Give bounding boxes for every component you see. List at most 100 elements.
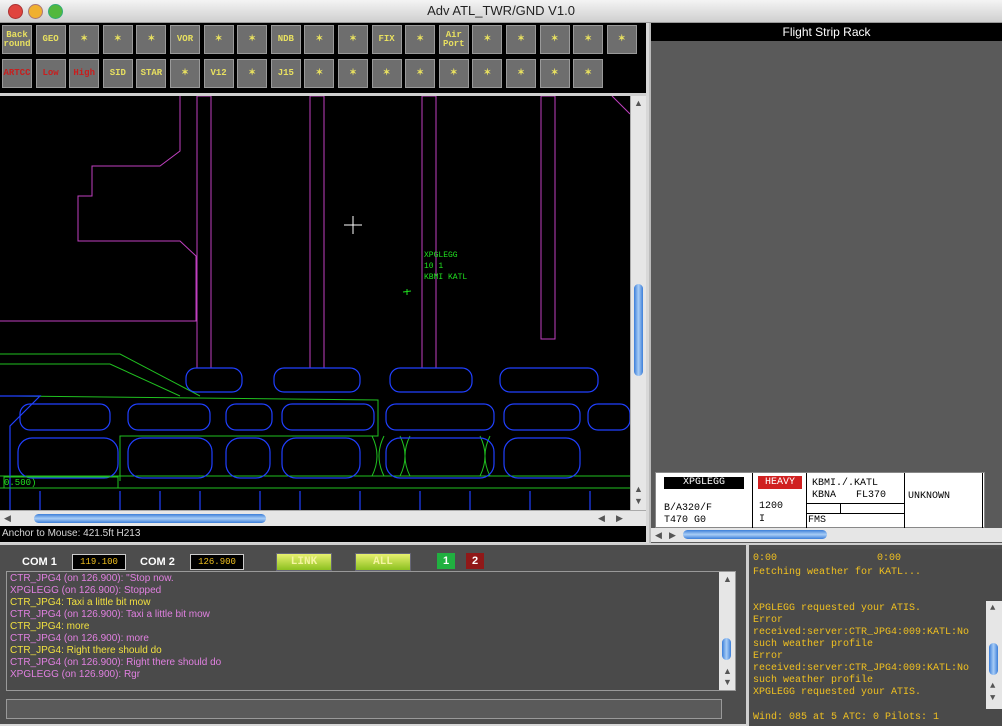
plane-help-icon[interactable]: ✶ xyxy=(573,59,604,88)
target-rings-icon[interactable]: ✶ xyxy=(69,25,100,54)
toolbar-button[interactable]: FIX xyxy=(371,25,402,54)
com1-frequency[interactable]: 119.100 xyxy=(72,554,126,570)
chat-scrollbar[interactable]: ▲ ▲ ▼ xyxy=(719,572,735,690)
strip-rack-title: Flight Strip Rack xyxy=(651,23,1002,41)
weather-line: such weather profile xyxy=(753,639,874,650)
strip-route: KBMI./.KATL xyxy=(812,478,879,489)
datablock-altitude: 10 1 xyxy=(424,262,444,271)
scroll-right-icon[interactable]: ▶ xyxy=(669,530,676,541)
plane-label-icon[interactable]: ✶ xyxy=(405,59,436,88)
plane-question-icon[interactable]: ✶ xyxy=(506,59,536,88)
runway-icon[interactable]: ✶ xyxy=(539,25,570,54)
chat-input[interactable] xyxy=(6,699,722,719)
toolbar-button[interactable]: ARTCC xyxy=(2,59,32,88)
window-title: Adv ATL_TWR/GND V1.0 xyxy=(427,3,575,18)
ndb-circle-icon[interactable]: ✶ xyxy=(237,25,268,54)
strip-rack-scrollbar[interactable]: ◀ ▶ xyxy=(651,528,1002,542)
scroll-left-icon[interactable]: ◀ xyxy=(4,513,11,524)
tower-icon[interactable]: ✶ xyxy=(304,25,335,54)
scroll-up-icon[interactable]: ▲ xyxy=(990,603,995,613)
weather-line: Error xyxy=(753,615,784,626)
circle-icon[interactable]: ✶ xyxy=(136,25,167,54)
scroll-left-icon[interactable]: ◀ xyxy=(598,513,605,524)
runway-lights-icon[interactable]: ✶ xyxy=(573,25,604,54)
all-button[interactable]: ALL xyxy=(355,553,411,571)
scroll-down-icon[interactable]: ▼ xyxy=(723,677,732,687)
lifebuoy-icon[interactable]: ✶ xyxy=(506,25,536,54)
toolbar-button[interactable]: Air Port xyxy=(438,25,469,54)
strip-aircraft-type: B/A320/F xyxy=(664,503,713,514)
plane-check-icon[interactable]: ✶ xyxy=(539,59,570,88)
tower-icon[interactable]: ✶ xyxy=(472,25,503,54)
plane-track-icon[interactable]: ✶ xyxy=(438,59,469,88)
scroll-up-icon[interactable]: ▲ xyxy=(990,681,995,691)
airway-x-icon[interactable]: ✶ xyxy=(237,59,268,88)
chat-message: CTR_JPG4 (on 126.900): Right there shoul… xyxy=(10,657,222,668)
airway-x-icon[interactable]: ✶ xyxy=(170,59,200,88)
aircraft-datablock[interactable]: XPGLEGG 10 1 KBMI KATL xyxy=(424,250,467,283)
weather-footer: Wind: 085 at 5 ATC: 0 Pilots: 1 xyxy=(753,712,940,723)
toolbar-button[interactable]: High xyxy=(69,59,100,88)
strip-divider xyxy=(806,503,904,504)
horizontal-scroll-thumb[interactable] xyxy=(34,514,266,523)
scroll-up-icon[interactable]: ▲ xyxy=(634,98,643,108)
anchor-status: Anchor to Mouse: 421.5ft H213 xyxy=(0,526,646,542)
strip-scroll-thumb[interactable] xyxy=(683,530,827,539)
tower-icon[interactable]: ✶ xyxy=(203,25,234,54)
toolbar-button[interactable]: J15 xyxy=(270,59,301,88)
strip-divider xyxy=(840,503,841,513)
strip-callsign: XPGLEGG xyxy=(664,477,744,489)
strip-heavy-badge: HEAVY xyxy=(758,476,802,489)
radar-scope[interactable]: XPGLEGG 10 1 KBMI KATL 0.500) xyxy=(0,96,630,510)
toolbar-button[interactable]: GEO xyxy=(35,25,66,54)
strip-extra: T470 G0 xyxy=(664,515,707,526)
strip-divider xyxy=(904,473,905,529)
aircraft-target-icon[interactable] xyxy=(402,289,412,295)
plane-red-icon[interactable]: ✶ xyxy=(472,59,503,88)
airport-map xyxy=(0,96,630,510)
scroll-down-icon[interactable]: ▼ xyxy=(634,496,643,506)
toolbar-button[interactable]: V12 xyxy=(203,59,234,88)
toolbar-button[interactable]: NDB xyxy=(270,25,301,54)
weather-line: received:server:CTR_JPG4:009:KATL:No xyxy=(753,663,970,674)
weather-scroll-thumb[interactable] xyxy=(989,643,998,675)
com1-label: COM 1 xyxy=(22,556,57,568)
com2-frequency[interactable]: 126.900 xyxy=(190,554,244,570)
chat-log: CTR_JPG4 (on 126.900): "Stop now. XPGLEGG… xyxy=(6,571,736,691)
strip-squawk: 1200 xyxy=(759,501,784,512)
channel-2-button[interactable]: 2 xyxy=(466,553,484,569)
radar-vertical-scrollbar[interactable]: ▲ ▲ ▼ xyxy=(630,96,646,510)
runway-light-icon[interactable]: ✶ xyxy=(405,25,436,54)
chat-message: CTR_JPG4 (on 126.900): Taxi a little bit… xyxy=(10,609,210,620)
scroll-down-icon[interactable]: ▼ xyxy=(990,693,995,703)
weather-time-right: 0:00 xyxy=(877,553,902,564)
chat-scroll-thumb[interactable] xyxy=(722,638,731,660)
toolbar-button[interactable]: VOR xyxy=(170,25,200,54)
toolbar-button[interactable]: STAR xyxy=(136,59,167,88)
toolbar-button[interactable]: Low xyxy=(35,59,66,88)
vertical-scroll-thumb[interactable] xyxy=(634,284,643,376)
triangle-icon[interactable]: ✶ xyxy=(338,25,368,54)
plane-icon[interactable]: ✶ xyxy=(371,59,402,88)
chat-message: CTR_JPG4: Right there should do xyxy=(10,645,162,656)
scroll-left-icon[interactable]: ◀ xyxy=(655,530,662,541)
scroll-up-icon[interactable]: ▲ xyxy=(634,484,643,494)
taxiway-icon[interactable]: ✶ xyxy=(606,25,637,54)
weather-time-left: 0:00 xyxy=(753,553,778,564)
chat-message: XPGLEGG (on 126.900): Rgr xyxy=(10,669,141,680)
plane-icon[interactable]: ✶ xyxy=(304,59,335,88)
radar-horizontal-scrollbar[interactable]: ◀ ◀ ▶ xyxy=(0,510,646,526)
weather-scrollbar[interactable]: ▲ ▲ ▼ xyxy=(986,601,1002,709)
weather-line: received:server:CTR_JPG4:009:KATL:No xyxy=(753,627,970,638)
range-label: 0.500) xyxy=(4,478,37,488)
channel-1-button[interactable]: 1 xyxy=(437,553,455,569)
link-button[interactable]: LINK xyxy=(276,553,332,571)
crosshair-icon[interactable]: ✶ xyxy=(102,25,133,54)
plane-cursor-icon[interactable]: ✶ xyxy=(338,59,368,88)
toolbar-button[interactable]: SID xyxy=(102,59,133,88)
scroll-up-icon[interactable]: ▲ xyxy=(723,574,732,584)
flight-strip[interactable]: XPGLEGG B/A320/F T470 G0 HEAVY 1200 I KB… xyxy=(655,472,985,529)
scroll-up-icon[interactable]: ▲ xyxy=(723,666,732,676)
scroll-right-icon[interactable]: ▶ xyxy=(616,513,623,524)
toolbar-button[interactable]: Back round xyxy=(2,25,32,54)
